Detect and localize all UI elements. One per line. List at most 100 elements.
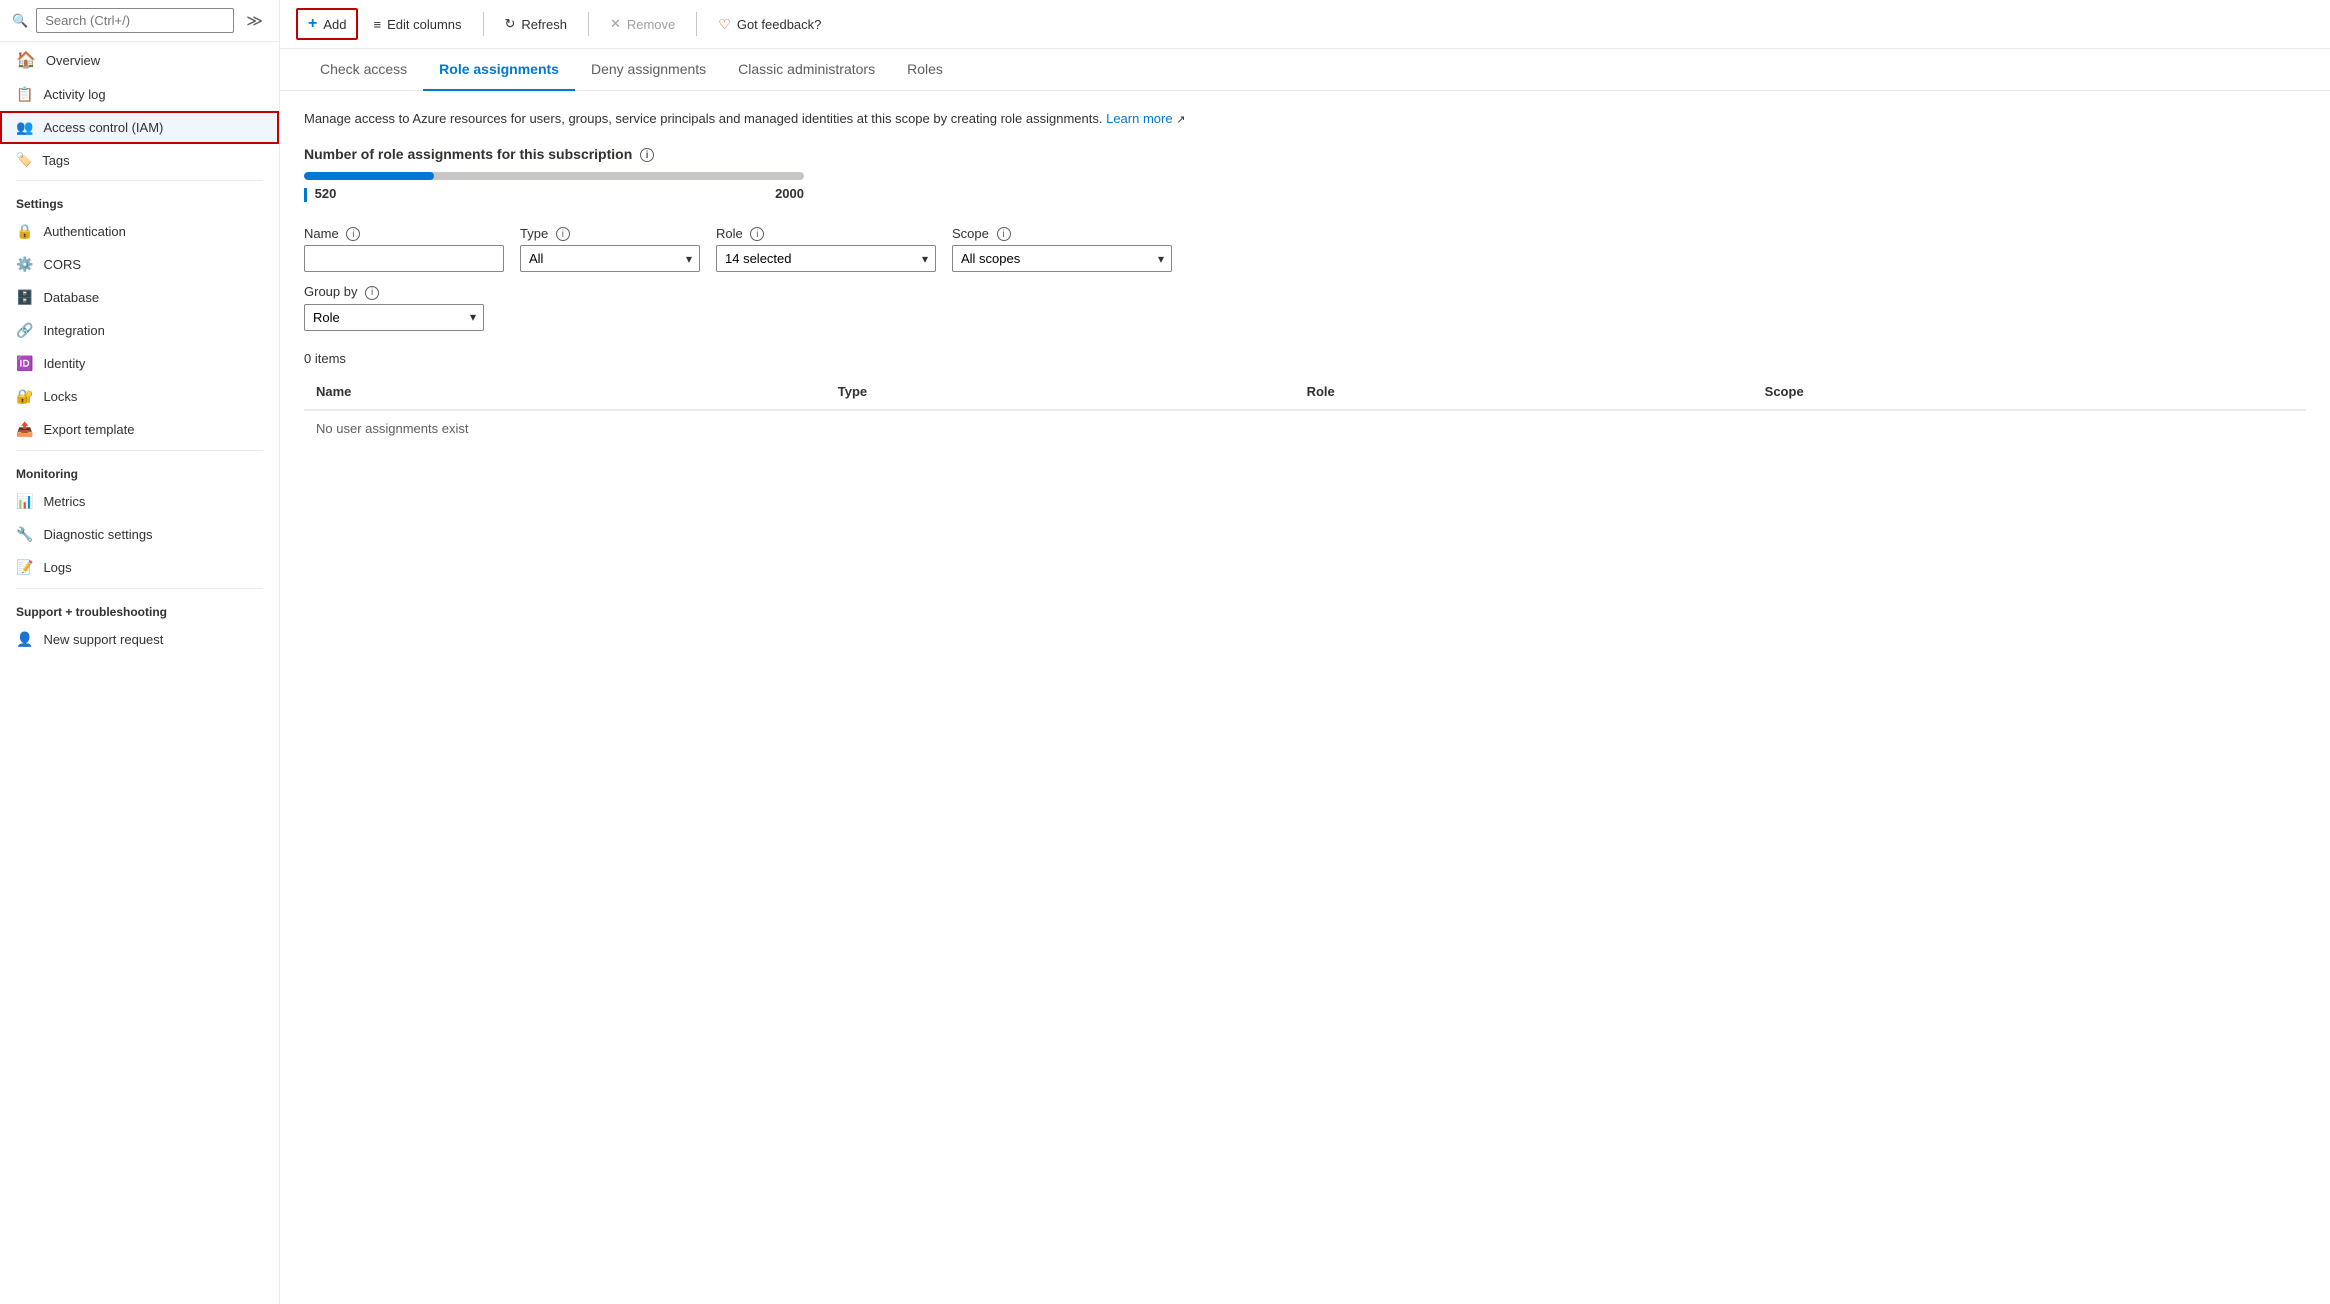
add-button[interactable]: + Add [296,8,358,40]
body-content: Manage access to Azure resources for use… [280,91,2330,466]
role-filter-select[interactable]: 14 selected [716,245,936,272]
settings-divider [16,180,263,181]
table-header-row: Name Type Role Scope [304,374,2306,410]
group-by-label: Group by i [304,284,484,300]
sidebar-item-export-template[interactable]: 📤 Export template [0,413,279,446]
integration-icon: 🔗 [16,322,33,339]
role-filter-label: Role i [716,226,936,242]
plus-icon: + [308,15,317,33]
settings-section-title: Settings [0,185,279,215]
search-input[interactable] [36,8,234,33]
collapse-button[interactable]: ≫ [242,9,267,33]
progress-marker [304,188,307,202]
main-area: + Add ≡ Edit columns ↻ Refresh ✕ Remove … [280,0,2330,1304]
monitoring-section-title: Monitoring [0,455,279,485]
empty-row: No user assignments exist [304,410,2306,446]
overview-icon: 🏠 [16,50,36,70]
sidebar-item-metrics[interactable]: 📊 Metrics [0,485,279,518]
name-filter-input[interactable] [304,245,504,272]
filters-row-1: Name i Type i All ▾ [304,226,2306,273]
section-info-icon[interactable]: i [640,148,654,162]
support-divider [16,588,263,589]
type-select-wrapper: All ▾ [520,245,700,272]
edit-columns-button[interactable]: ≡ Edit columns [362,11,472,38]
group-by-info-icon[interactable]: i [365,286,379,300]
toolbar-separator-1 [483,12,484,36]
col-type: Type [826,374,1295,410]
logs-icon: 📝 [16,559,33,576]
progress-bar-fill [304,172,434,180]
sidebar-item-database[interactable]: 🗄️ Database [0,281,279,314]
support-icon: 👤 [16,631,33,648]
type-info-icon[interactable]: i [556,227,570,241]
sidebar-item-identity[interactable]: 🆔 Identity [0,347,279,380]
scope-filter-select[interactable]: All scopes [952,245,1172,272]
role-filter-group: Role i 14 selected ▾ [716,226,936,273]
tab-check-access[interactable]: Check access [304,49,423,91]
table-body: No user assignments exist [304,410,2306,446]
col-name: Name [304,374,826,410]
col-scope: Scope [1753,374,2306,410]
tab-role-assignments[interactable]: Role assignments [423,49,575,91]
sidebar: 🔍 ≫ 🏠 Overview 📋 Activity log 👥 Access c… [0,0,280,1304]
name-info-icon[interactable]: i [346,227,360,241]
cors-icon: ⚙️ [16,256,33,273]
refresh-icon: ↻ [505,16,516,32]
heart-icon: ♡ [718,16,731,33]
assignments-table: Name Type Role Scope [304,374,2306,446]
scope-select-wrapper: All scopes ▾ [952,245,1172,272]
auth-icon: 🔒 [16,223,33,240]
tab-roles[interactable]: Roles [891,49,959,91]
sidebar-item-integration[interactable]: 🔗 Integration [0,314,279,347]
content-area: Manage access to Azure resources for use… [280,91,2330,1304]
remove-icon: ✕ [610,16,621,32]
sidebar-item-logs[interactable]: 📝 Logs [0,551,279,584]
tab-deny-assignments[interactable]: Deny assignments [575,49,722,91]
type-filter-group: Type i All ▾ [520,226,700,273]
identity-icon: 🆔 [16,355,33,372]
toolbar-separator-3 [696,12,697,36]
external-link-icon: ↗ [1176,114,1185,126]
progress-current: 520 [304,186,336,202]
sidebar-item-authentication[interactable]: 🔒 Authentication [0,215,279,248]
name-filter-group: Name i [304,226,504,273]
refresh-button[interactable]: ↻ Refresh [494,10,578,38]
sidebar-item-locks[interactable]: 🔐 Locks [0,380,279,413]
scope-filter-group: Scope i All scopes ▾ [952,226,1172,273]
table-header: Name Type Role Scope [304,374,2306,410]
group-by-select-wrapper: Role ▾ [304,304,484,331]
name-filter-label: Name i [304,226,504,242]
sidebar-item-tags[interactable]: 🏷️ Tags [0,144,279,176]
feedback-button[interactable]: ♡ Got feedback? [707,10,832,39]
progress-labels: 520 2000 [304,186,804,202]
columns-icon: ≡ [373,17,381,32]
iam-icon: 👥 [16,119,33,136]
role-info-icon[interactable]: i [750,227,764,241]
activity-log-icon: 📋 [16,86,33,103]
sidebar-item-overview[interactable]: 🏠 Overview [0,42,279,78]
sidebar-item-activity-log[interactable]: 📋 Activity log [0,78,279,111]
sidebar-item-diagnostic[interactable]: 🔧 Diagnostic settings [0,518,279,551]
remove-button[interactable]: ✕ Remove [599,10,686,38]
filters-row-2: Group by i Role ▾ [304,284,2306,331]
diagnostic-icon: 🔧 [16,526,33,543]
learn-more-link[interactable]: Learn more [1106,111,1172,126]
toolbar: + Add ≡ Edit columns ↻ Refresh ✕ Remove … [280,0,2330,49]
type-filter-select[interactable]: All [520,245,700,272]
metrics-icon: 📊 [16,493,33,510]
scope-info-icon[interactable]: i [997,227,1011,241]
progress-section-title: Number of role assignments for this subs… [304,146,2306,162]
progress-bar-track [304,172,804,180]
tab-classic-admins[interactable]: Classic administrators [722,49,891,91]
search-icon: 🔍 [12,13,28,29]
sidebar-item-cors[interactable]: ⚙️ CORS [0,248,279,281]
locks-icon: 🔐 [16,388,33,405]
empty-message: No user assignments exist [304,410,2306,446]
search-bar: 🔍 ≫ [0,0,279,42]
group-by-filter-group: Group by i Role ▾ [304,284,484,331]
monitoring-divider [16,450,263,451]
description-text: Manage access to Azure resources for use… [304,111,1204,126]
sidebar-item-new-support[interactable]: 👤 New support request [0,623,279,656]
group-by-select[interactable]: Role [304,304,484,331]
sidebar-item-access-control[interactable]: 👥 Access control (IAM) [0,111,279,144]
